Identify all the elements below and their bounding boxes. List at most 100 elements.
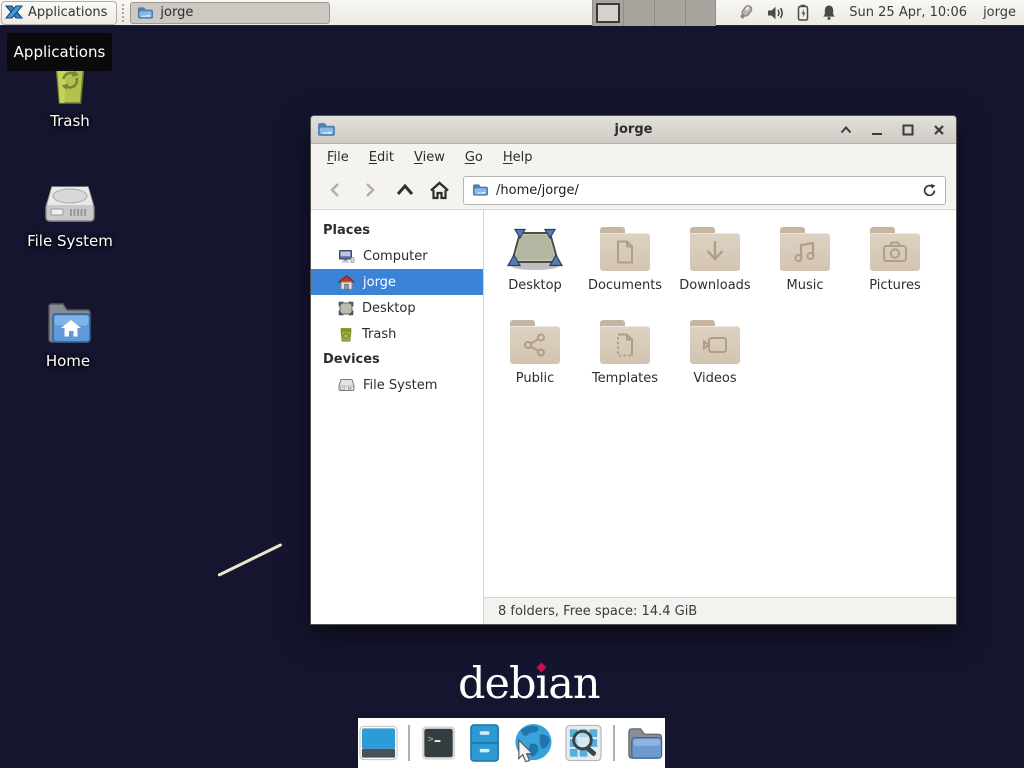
volume-icon[interactable] [767,5,785,21]
close-icon [933,124,945,136]
home-icon [338,275,355,290]
taskbar-window-label: jorge [160,5,193,20]
file-item-pictures[interactable]: Pictures [850,220,940,313]
statusbar-text: 8 folders, Free space: 14.4 GiB [498,604,697,619]
file-manager-window: jorge [310,115,957,625]
dock-separator [613,725,615,761]
desktop-icon-filesystem[interactable]: File System [10,173,130,250]
notification-bell-icon[interactable] [821,4,837,21]
folder-icon [137,6,154,20]
input-device-icon[interactable] [736,4,756,21]
sidebar-item-label: Desktop [362,301,416,316]
battery-charging-icon[interactable] [796,4,810,21]
file-item-public[interactable]: Public [490,313,580,406]
panel-clock[interactable]: Sun 25 Apr, 10:06 [849,5,967,20]
minimize-button[interactable] [870,123,884,137]
terminal-icon[interactable]: > [419,724,458,762]
file-item-templates[interactable]: Templates [580,313,670,406]
sidebar-item-desktop[interactable]: Desktop [311,295,483,321]
file-item-label: Videos [670,371,760,386]
hard-drive-icon [338,378,355,392]
reload-icon[interactable] [922,183,937,198]
xfce-logo-icon [5,5,23,21]
back-icon [328,182,342,198]
svg-text:>: > [428,734,434,745]
sidebar-item-trash[interactable]: Trash [311,321,483,347]
taskbar-window-button[interactable]: jorge [130,2,330,24]
file-item-label: Pictures [850,278,940,293]
show-desktop-icon[interactable] [358,724,399,762]
home-button[interactable] [422,175,457,205]
path-text[interactable]: /home/jorge/ [496,183,915,198]
home-folder-icon [43,301,93,345]
file-cabinet-icon[interactable] [467,723,502,763]
menu-go[interactable]: Go [455,146,493,169]
file-item-documents[interactable]: Documents [580,220,670,313]
dock: > [358,718,665,768]
stray-line-artifact [217,543,282,577]
shade-button[interactable] [839,123,853,137]
applications-menu-button[interactable]: Applications [1,1,117,25]
up-button[interactable] [387,175,422,205]
video-emblem-icon [702,335,728,355]
web-browser-globe-icon[interactable] [511,722,554,764]
sidebar-header-devices: Devices [311,347,483,372]
forward-icon [363,182,377,198]
maximize-button[interactable] [901,123,915,137]
file-icon-view[interactable]: Desktop Documents [484,210,956,597]
desktop-icon [338,301,354,316]
file-item-label: Music [760,278,850,293]
desktop-surface-icon [507,226,563,272]
sidebar-item-computer[interactable]: Computer [311,243,483,269]
path-bar[interactable]: /home/jorge/ [463,176,946,205]
menubar: File Edit View Go Help [311,144,956,171]
menu-file[interactable]: File [317,146,359,169]
applications-tooltip: Applications [7,33,112,71]
file-item-label: Desktop [490,278,580,293]
document-emblem-icon [615,240,635,264]
menu-help[interactable]: Help [493,146,543,169]
sidebar-item-label: jorge [363,275,396,290]
app-finder-icon[interactable] [563,723,604,763]
close-button[interactable] [932,123,946,137]
trash-icon [338,327,354,342]
statusbar: 8 folders, Free space: 14.4 GiB [484,597,956,624]
workspace-3[interactable] [655,0,686,26]
panel-separator-handle[interactable] [122,4,127,22]
back-button[interactable] [317,175,352,205]
folder-icon [472,183,489,197]
camera-emblem-icon [882,241,908,263]
file-item-videos[interactable]: Videos [670,313,760,406]
sidebar-item-jorge[interactable]: jorge [311,269,483,295]
desktop-icon-home[interactable]: Home [8,293,128,370]
folder-icon[interactable] [624,724,665,762]
hard-drive-icon [44,183,96,225]
desktop-icon-label: Home [8,352,128,370]
file-item-label: Public [490,371,580,386]
template-emblem-icon [615,333,635,357]
system-tray [736,4,837,21]
workspace-4[interactable] [686,0,717,26]
file-item-desktop[interactable]: Desktop [490,220,580,313]
tooltip-text: Applications [14,43,106,61]
titlebar[interactable]: jorge [311,116,956,144]
sidebar-item-label: File System [363,378,437,393]
toolbar: /home/jorge/ [311,171,956,210]
forward-button[interactable] [352,175,387,205]
menu-view[interactable]: View [404,146,455,169]
minimize-icon [871,124,883,136]
sidebar-header-places: Places [311,218,483,243]
desktop[interactable]: Applications jorge [0,0,1024,768]
sidebar-item-label: Computer [363,249,428,264]
menu-edit[interactable]: Edit [359,146,404,169]
maximize-icon [902,124,914,136]
top-panel: Applications jorge [0,0,1024,26]
file-item-music[interactable]: Music [760,220,850,313]
file-item-label: Documents [580,278,670,293]
workspace-1[interactable] [593,0,624,26]
workspace-2[interactable] [624,0,655,26]
panel-user-menu[interactable]: jorge [983,5,1016,20]
sidebar-item-filesystem[interactable]: File System [311,372,483,398]
file-item-downloads[interactable]: Downloads [670,220,760,313]
file-item-label: Templates [580,371,670,386]
